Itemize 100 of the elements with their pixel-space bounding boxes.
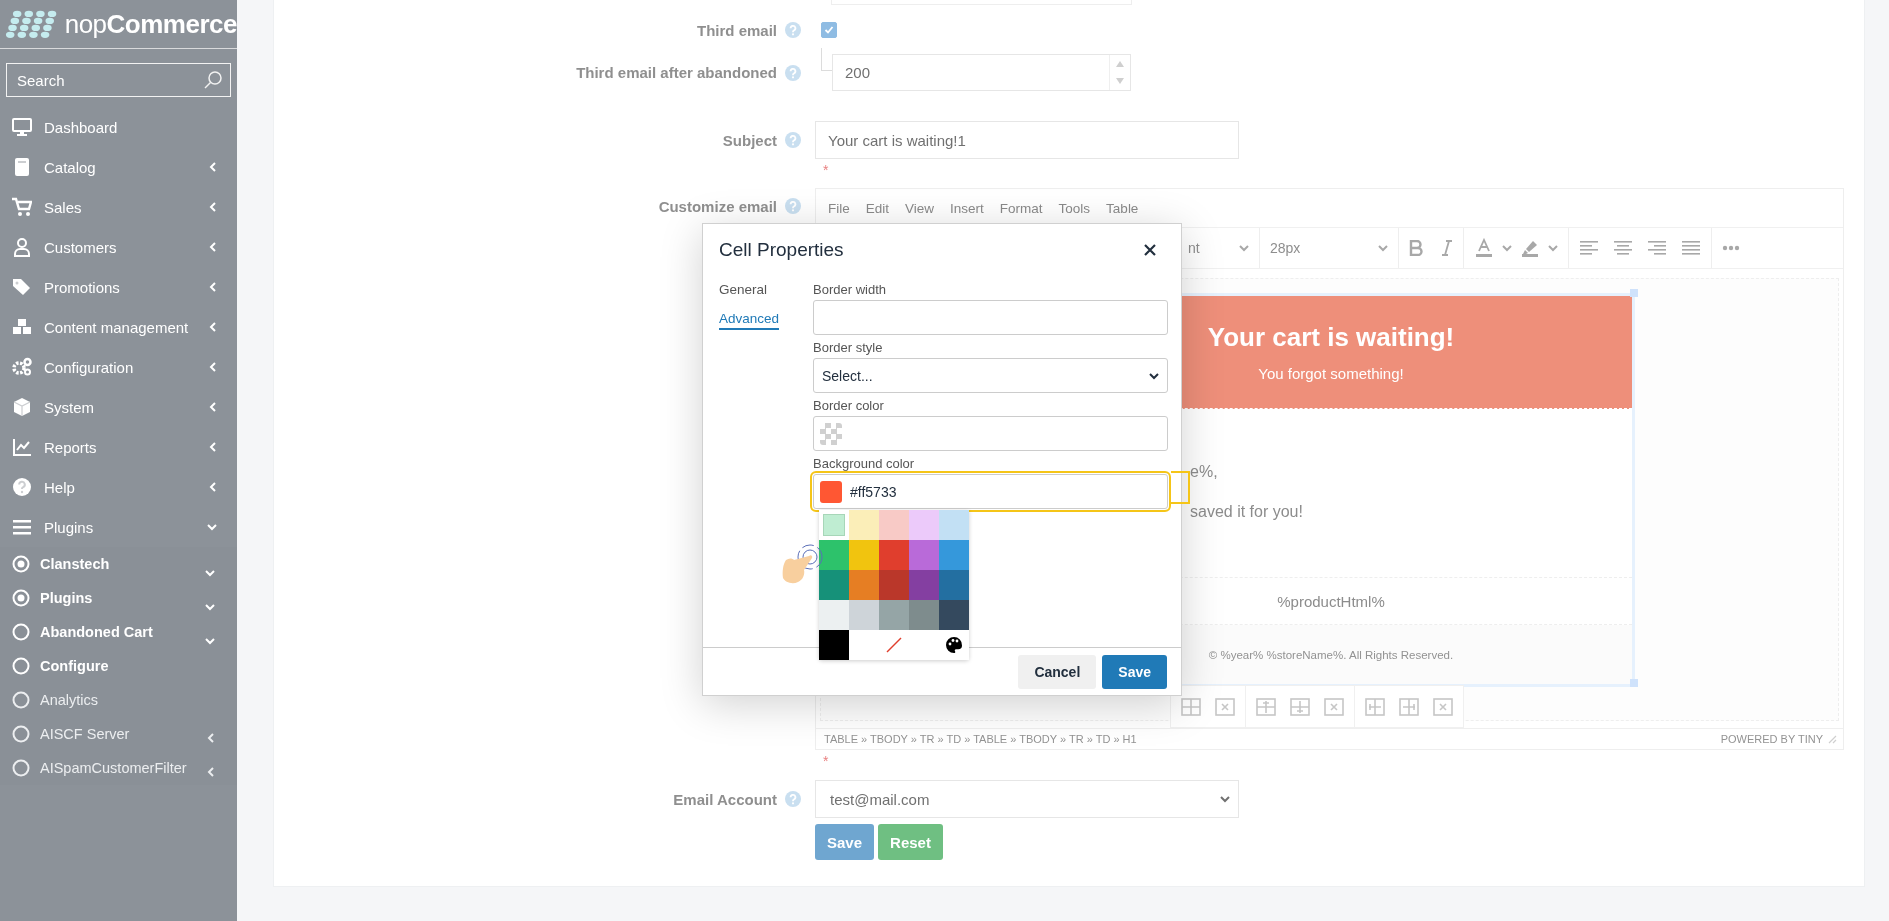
resize-handle[interactable] xyxy=(1630,679,1638,687)
color-swatch[interactable] xyxy=(879,540,909,570)
color-swatch[interactable] xyxy=(849,570,879,600)
table-props-icon[interactable] xyxy=(1181,697,1201,716)
chevron-down-icon xyxy=(1378,244,1388,252)
sidebar-subitem[interactable]: AISpamCustomerFilter xyxy=(0,751,237,785)
sidebar-item[interactable]: Customers xyxy=(0,227,237,267)
color-swatch[interactable] xyxy=(939,540,969,570)
number-field[interactable]: 200 xyxy=(832,54,1131,91)
chevron-left-icon xyxy=(209,242,217,252)
spin-down-icon[interactable] xyxy=(1116,78,1124,85)
bold-icon[interactable] xyxy=(1409,240,1423,256)
align-right-icon[interactable] xyxy=(1647,240,1667,256)
help-icon[interactable] xyxy=(785,64,801,81)
spin-up-icon[interactable] xyxy=(1116,60,1124,67)
dialog-tab[interactable]: Advanced xyxy=(719,311,780,330)
save-button[interactable]: Save xyxy=(815,824,875,860)
help-icon[interactable] xyxy=(785,132,801,148)
sidebar-subitem[interactable]: Configure xyxy=(0,649,237,683)
color-swatch[interactable] xyxy=(879,510,909,540)
help-icon[interactable] xyxy=(785,791,801,807)
resize-grip-icon[interactable] xyxy=(1827,734,1837,744)
sidebar-item[interactable]: Promotions xyxy=(0,267,237,307)
color-swatch[interactable] xyxy=(879,600,909,630)
subject-field[interactable]: Your cart is waiting!1 xyxy=(815,121,1239,159)
delete-row-icon[interactable] xyxy=(1324,697,1344,716)
color-swatch[interactable] xyxy=(909,540,939,570)
menu-item[interactable]: File xyxy=(820,200,858,216)
insert-column-before-icon[interactable] xyxy=(1365,697,1385,716)
menu-item[interactable]: Edit xyxy=(857,200,898,216)
save-button[interactable]: Save xyxy=(1102,654,1167,689)
insert-row-before-icon[interactable] xyxy=(1256,697,1276,716)
menu-item[interactable]: Insert xyxy=(942,200,992,216)
color-swatch[interactable] xyxy=(849,510,879,540)
email-account-select[interactable]: test@mail.com xyxy=(815,780,1239,818)
help-icon[interactable] xyxy=(785,198,801,214)
highlighter-icon[interactable] xyxy=(1520,238,1540,258)
color-field[interactable] xyxy=(813,416,1168,451)
sidebar-item[interactable]: Catalog xyxy=(0,147,237,187)
sidebar-subitem[interactable]: Abandoned Cart xyxy=(0,615,237,649)
sidebar-subitem[interactable]: Clanstech xyxy=(0,547,237,581)
cubes-icon xyxy=(12,317,32,337)
align-center-icon[interactable] xyxy=(1613,240,1633,256)
color-swatch[interactable] xyxy=(939,600,969,630)
sidebar-subitem[interactable]: Analytics xyxy=(0,683,237,717)
color-swatch[interactable] xyxy=(849,540,879,570)
insert-column-after-icon[interactable] xyxy=(1399,697,1419,716)
checkbox[interactable] xyxy=(821,22,837,38)
email-text: saved it for you! xyxy=(1190,503,1304,521)
color-swatch[interactable] xyxy=(819,510,849,540)
color-swatch[interactable] xyxy=(819,600,849,630)
sidebar-item[interactable]: Reports xyxy=(0,427,237,467)
font-family-dropdown[interactable]: nt xyxy=(1188,240,1200,256)
sidebar-item[interactable]: Help xyxy=(0,467,237,507)
sidebar-subitem[interactable]: Plugins xyxy=(0,581,237,615)
insert-row-after-icon[interactable] xyxy=(1290,697,1310,716)
remove-color-icon[interactable] xyxy=(885,636,903,654)
color-swatch[interactable] xyxy=(909,570,939,600)
color-swatch[interactable] xyxy=(819,630,849,660)
sidebar-item[interactable]: Content management xyxy=(0,307,237,347)
help-icon[interactable] xyxy=(785,22,801,38)
delete-table-icon[interactable] xyxy=(1215,697,1235,716)
align-left-icon[interactable] xyxy=(1579,240,1599,256)
color-swatch[interactable] xyxy=(909,600,939,630)
search-field[interactable]: Search xyxy=(6,63,231,97)
color-swatch[interactable] xyxy=(879,570,909,600)
text-field[interactable] xyxy=(813,300,1168,335)
color-swatch[interactable] xyxy=(909,510,939,540)
color-field[interactable]: #ff5733 xyxy=(813,474,1168,509)
sidebar-item[interactable]: System xyxy=(0,387,237,427)
sidebar-item[interactable]: Dashboard xyxy=(0,107,237,147)
email-subtitle: You forgot something! xyxy=(1258,365,1404,382)
resize-handle[interactable] xyxy=(1630,289,1638,297)
italic-icon[interactable] xyxy=(1441,240,1453,256)
color-swatch[interactable] xyxy=(820,480,842,503)
palette-icon[interactable] xyxy=(945,636,963,654)
menu-item[interactable]: Format xyxy=(991,200,1051,216)
delete-column-icon[interactable] xyxy=(1433,697,1453,716)
color-swatch[interactable] xyxy=(849,600,879,630)
more-icon[interactable] xyxy=(1722,245,1740,251)
placeholder-token: %productHtml% xyxy=(1277,592,1385,610)
search-icon[interactable] xyxy=(203,70,223,90)
text-color-icon[interactable] xyxy=(1474,238,1494,258)
reset-button[interactable]: Reset xyxy=(878,824,943,860)
font-size-dropdown[interactable]: 28px xyxy=(1270,240,1301,256)
color-swatch[interactable] xyxy=(819,540,849,570)
menu-item[interactable]: Table xyxy=(1098,200,1147,216)
sidebar-item[interactable]: Plugins xyxy=(0,507,237,547)
dialog-tab[interactable]: General xyxy=(719,282,768,301)
sidebar-subitem[interactable]: AISCF Server xyxy=(0,717,237,751)
cancel-button[interactable]: Cancel xyxy=(1018,654,1097,689)
menu-item[interactable]: View xyxy=(897,200,943,216)
color-swatch[interactable] xyxy=(939,510,969,540)
sidebar-item[interactable]: Configuration xyxy=(0,347,237,387)
color-swatch[interactable] xyxy=(819,570,849,600)
justify-icon[interactable] xyxy=(1681,240,1701,256)
select-field[interactable]: Select... xyxy=(813,358,1168,393)
color-swatch[interactable] xyxy=(939,570,969,600)
menu-item[interactable]: Tools xyxy=(1050,200,1099,216)
sidebar-item[interactable]: Sales xyxy=(0,187,237,227)
